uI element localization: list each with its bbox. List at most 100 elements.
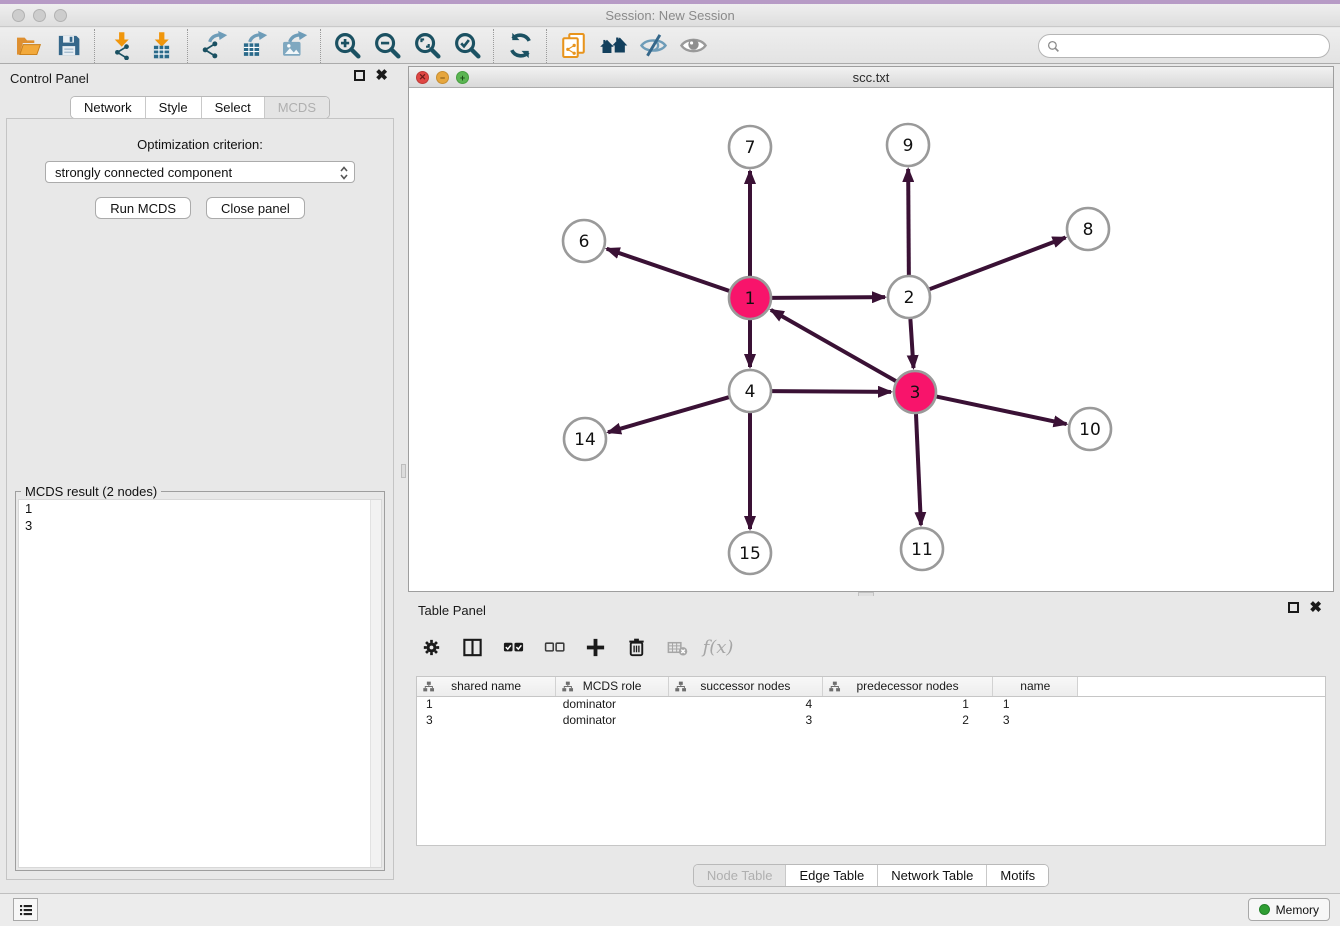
toolbar-separator <box>94 29 95 63</box>
table-row[interactable]: 1dominator411 <box>417 696 1325 712</box>
control-panel-header: Control Panel ✖ <box>0 64 400 90</box>
hide-style-icon[interactable] <box>633 29 673 63</box>
table-toolbar: f(x) <box>418 628 731 666</box>
create-column-icon[interactable] <box>582 634 608 660</box>
control-panel-float-icon[interactable] <box>354 70 365 81</box>
network-graph[interactable]: 7968124314101511 <box>409 88 1333 591</box>
result-scrollbar[interactable] <box>370 500 381 867</box>
table-cell[interactable]: 3 <box>417 712 556 728</box>
table-tab-network-table[interactable]: Network Table <box>877 865 986 886</box>
delete-table-icon <box>664 634 690 660</box>
column-header-name[interactable]: name <box>993 677 1078 696</box>
edge-2-8[interactable] <box>930 238 1066 290</box>
search-input[interactable] <box>1065 39 1321 54</box>
search-icon <box>1047 40 1060 53</box>
home-icon[interactable] <box>593 29 633 63</box>
graph-node-label-3: 3 <box>910 383 921 403</box>
network-document-icon[interactable] <box>553 29 593 63</box>
unselect-all-columns-icon[interactable] <box>541 634 567 660</box>
close-panel-button[interactable]: Close panel <box>206 197 305 219</box>
table-panel-float-icon[interactable] <box>1288 602 1299 613</box>
table-cell[interactable]: dominator <box>556 696 669 712</box>
tab-style[interactable]: Style <box>145 97 201 118</box>
table-cell[interactable]: 3 <box>993 712 1078 728</box>
graph-node-label-6: 6 <box>579 232 590 252</box>
table-cell[interactable]: 2 <box>822 712 993 728</box>
mcds-result-textarea[interactable]: 13 <box>18 499 382 868</box>
table-tabbar: Node TableEdge TableNetwork TableMotifs <box>693 864 1049 887</box>
optimization-criterion-value: strongly connected component <box>55 165 232 180</box>
apply-layout-icon[interactable] <box>500 29 540 63</box>
select-all-columns-icon[interactable] <box>500 634 526 660</box>
delete-columns-icon[interactable] <box>623 634 649 660</box>
edge-3-10[interactable] <box>937 397 1067 424</box>
tab-network[interactable]: Network <box>71 97 145 118</box>
table-panel-close-icon[interactable]: ✖ <box>1309 602 1322 613</box>
toolbar-separator <box>546 29 547 63</box>
table-cell[interactable]: 1 <box>822 696 993 712</box>
toolbar-separator <box>493 29 494 63</box>
node-table[interactable]: shared nameMCDS rolesuccessor nodesprede… <box>416 676 1326 846</box>
column-header-MCDS-role[interactable]: MCDS role <box>556 677 669 696</box>
table-cell[interactable]: dominator <box>556 712 669 728</box>
dropdown-stepper-icon <box>339 165 349 186</box>
column-header-predecessor-nodes[interactable]: predecessor nodes <box>822 677 993 696</box>
show-column-panel-icon[interactable] <box>459 634 485 660</box>
result-line: 1 <box>19 500 381 517</box>
network-view-title: scc.txt <box>409 70 1333 85</box>
zoom-in-icon[interactable] <box>327 29 367 63</box>
search-box[interactable] <box>1038 34 1330 58</box>
task-history-button[interactable] <box>13 898 38 921</box>
toolbar-separator <box>320 29 321 63</box>
column-header-filler <box>1078 677 1325 696</box>
network-canvas[interactable]: 7968124314101511 <box>409 88 1333 591</box>
edge-4-3[interactable] <box>772 391 891 392</box>
edge-1-2[interactable] <box>772 297 885 298</box>
run-mcds-button[interactable]: Run MCDS <box>95 197 191 219</box>
edge-3-11[interactable] <box>916 414 921 525</box>
table-cell[interactable]: 1 <box>993 696 1078 712</box>
table-tab-node-table[interactable]: Node Table <box>694 865 786 886</box>
edge-4-14[interactable] <box>608 397 729 432</box>
zoom-selected-icon[interactable] <box>447 29 487 63</box>
table-cell[interactable]: 1 <box>417 696 556 712</box>
column-header-successor-nodes[interactable]: successor nodes <box>669 677 823 696</box>
memory-button[interactable]: Memory <box>1248 898 1330 921</box>
optimization-criterion-label: Optimization criterion: <box>7 137 393 152</box>
edge-3-1[interactable] <box>771 310 896 381</box>
table-tab-edge-table[interactable]: Edge Table <box>785 865 877 886</box>
table-cell[interactable]: 4 <box>669 696 823 712</box>
table-tab-motifs[interactable]: Motifs <box>986 865 1048 886</box>
open-session-icon[interactable] <box>8 29 48 63</box>
table-settings-icon[interactable] <box>418 634 444 660</box>
show-details-icon[interactable] <box>673 29 713 63</box>
graph-node-label-4: 4 <box>745 382 756 402</box>
table-cell-filler <box>1078 712 1325 728</box>
save-session-icon[interactable] <box>48 29 88 63</box>
vertical-splitter[interactable] <box>400 64 408 893</box>
export-table-icon[interactable] <box>234 29 274 63</box>
control-panel-tabbar: NetworkStyleSelectMCDS <box>70 96 330 119</box>
network-view-titlebar[interactable]: ✕ − + scc.txt <box>409 67 1333 88</box>
tab-select[interactable]: Select <box>201 97 264 118</box>
column-header-shared-name[interactable]: shared name <box>417 677 556 696</box>
export-network-icon[interactable] <box>194 29 234 63</box>
optimization-criterion-select[interactable]: strongly connected component <box>45 161 355 183</box>
workspace: Control Panel ✖ NetworkStyleSelectMCDS O… <box>0 64 1340 893</box>
zoom-out-icon[interactable] <box>367 29 407 63</box>
splitter-handle[interactable] <box>401 464 406 478</box>
tab-mcds[interactable]: MCDS <box>264 97 329 118</box>
table-cell[interactable]: 3 <box>669 712 823 728</box>
edge-2-9[interactable] <box>908 169 909 275</box>
table-panel: Table Panel ✖ f(x) shared nameMCDS roles… <box>408 596 1334 893</box>
zoom-fit-icon[interactable] <box>407 29 447 63</box>
import-table-icon[interactable] <box>141 29 181 63</box>
edge-1-6[interactable] <box>607 249 729 291</box>
edge-2-3[interactable] <box>910 319 913 368</box>
import-network-icon[interactable] <box>101 29 141 63</box>
table-row[interactable]: 3dominator323 <box>417 712 1325 728</box>
control-panel: Control Panel ✖ NetworkStyleSelectMCDS O… <box>0 64 400 893</box>
control-panel-close-icon[interactable]: ✖ <box>375 70 388 81</box>
export-image-icon[interactable] <box>274 29 314 63</box>
table-panel-header: Table Panel ✖ <box>408 596 1334 622</box>
